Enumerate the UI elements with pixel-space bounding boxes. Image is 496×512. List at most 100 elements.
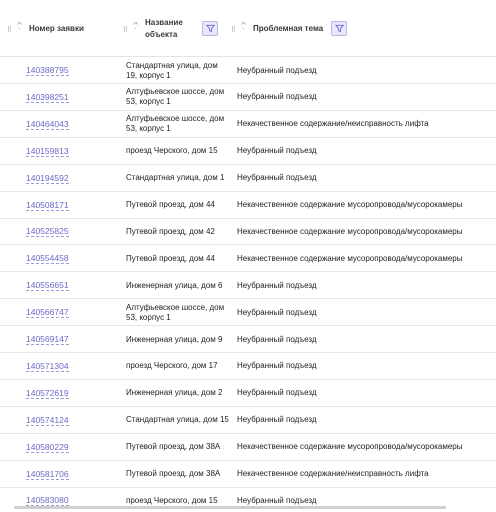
cell-object: Алтуфьевское шоссе, дом 53, корпус 1 bbox=[126, 299, 230, 326]
object-name: Стандартная улица, дом 15 bbox=[126, 415, 229, 425]
cell-topic: Неубранный подъезд bbox=[237, 84, 492, 111]
request-number-link[interactable]: 140571304 bbox=[26, 361, 69, 372]
problem-topic: Неубранный подъезд bbox=[237, 495, 317, 505]
request-number-link[interactable]: 140159813 bbox=[26, 146, 69, 157]
table-row[interactable]: 140569147 Инженерная улица, дом 9 Неубранн… bbox=[0, 326, 496, 353]
cell-id: 140581706 bbox=[26, 461, 69, 488]
request-number-link[interactable]: 140566747 bbox=[26, 307, 69, 319]
cell-object: Стандартная улица, дом 1 bbox=[126, 165, 230, 192]
problem-topic: Неубранный подъезд bbox=[237, 173, 317, 183]
problem-topic: Некачественное содержание мусоропровода/… bbox=[237, 200, 463, 209]
cell-topic: Некачественное содержание мусоропровода/… bbox=[237, 218, 492, 245]
cell-id: 140574124 bbox=[26, 407, 69, 434]
cell-topic: Некачественное содержание мусоропровода/… bbox=[237, 192, 492, 219]
column-title-object[interactable]: Название объекта bbox=[145, 17, 191, 41]
cell-id: 140398251 bbox=[26, 84, 69, 111]
sort-arrows-icon[interactable]: ^ ˇ bbox=[239, 22, 248, 35]
table-row[interactable]: 140464043 Алтуфьевское шоссе, дом 53, кор… bbox=[0, 111, 496, 138]
cell-topic: Неубранный подъезд bbox=[237, 407, 492, 434]
cell-id: 140580229 bbox=[26, 434, 69, 461]
cell-topic: Некачественное содержание/неисправность … bbox=[237, 461, 492, 488]
table-row[interactable]: 140398251 Алтуфьевское шоссе, дом 53, кор… bbox=[0, 84, 496, 111]
table-row[interactable]: 140556651 Инженерная улица, дом 6 Неубранн… bbox=[0, 272, 496, 300]
request-number-link[interactable]: 140574124 bbox=[26, 415, 69, 426]
cell-id: 140556651 bbox=[26, 272, 69, 299]
filter-button-topic[interactable] bbox=[331, 21, 348, 36]
object-name: Путевой проезд, дом 42 bbox=[126, 226, 215, 236]
request-number-link[interactable]: 140581706 bbox=[26, 469, 69, 480]
horizontal-scrollbar[interactable] bbox=[14, 506, 446, 509]
cell-id: 140571304 bbox=[26, 353, 69, 380]
table-row[interactable]: 140581706 Путевой проезд, дом 38А Некачест… bbox=[0, 461, 496, 488]
request-number-link[interactable]: 140583080 bbox=[26, 495, 69, 507]
drag-handle-icon[interactable] bbox=[8, 25, 12, 33]
object-name: Алтуфьевское шоссе, дом 53, корпус 1 bbox=[126, 114, 225, 134]
header-cell-topic: ^ ˇ Проблемная тема bbox=[232, 0, 348, 57]
table-row[interactable]: 140194592 Стандартная улица, дом 1 Неубран… bbox=[0, 165, 496, 192]
problem-topic: Неубранный подъезд bbox=[237, 415, 317, 425]
cell-topic: Неубранный подъезд bbox=[237, 57, 492, 84]
table-row[interactable]: 140572619 Инженерная улица, дом 2 Неубранн… bbox=[0, 380, 496, 407]
object-name: Путевой проезд, дом 38А bbox=[126, 469, 221, 478]
header-cell-object: ^ ˇ Название объекта bbox=[124, 0, 218, 57]
table-header: ^ ˇ Номер заявки ^ ˇ Название объекта ^ ˇ П… bbox=[0, 0, 496, 57]
table-row[interactable]: 140388795 Стандартная улица, дом 19, корп… bbox=[0, 57, 496, 84]
problem-topic: Некачественное содержание мусоропровода/… bbox=[237, 226, 463, 236]
cell-topic: Неубранный подъезд bbox=[237, 272, 492, 299]
cell-object: Путевой проезд, дом 38А bbox=[126, 461, 230, 488]
cell-object: Инженерная улица, дом 9 bbox=[126, 326, 230, 353]
object-name: проезд Черского, дом 15 bbox=[126, 495, 218, 505]
request-number-link[interactable]: 140525825 bbox=[26, 226, 69, 238]
request-number-link[interactable]: 140388795 bbox=[26, 65, 69, 76]
object-name: Алтуфьевское шоссе, дом 53, корпус 1 bbox=[126, 302, 225, 322]
table-row[interactable]: 140508171 Путевой проезд, дом 44 Некачеств… bbox=[0, 192, 496, 219]
object-name: Путевой проезд, дом 44 bbox=[126, 253, 215, 263]
problem-topic: Некачественное содержание мусоропровода/… bbox=[237, 442, 463, 452]
table-row[interactable]: 140571304 проезд Черского, дом 17 Неубранн… bbox=[0, 353, 496, 380]
table-row[interactable]: 140580229 Путевой проезд, дом 38А Некачест… bbox=[0, 434, 496, 461]
table-row[interactable]: 140566747 Алтуфьевское шоссе, дом 53, кор… bbox=[0, 299, 496, 327]
problem-topic: Неубранный подъезд bbox=[237, 146, 317, 156]
problem-topic: Неубранный подъезд bbox=[237, 388, 317, 398]
object-name: проезд Черского, дом 17 bbox=[126, 361, 218, 371]
cell-topic: Неубранный подъезд bbox=[237, 299, 492, 326]
cell-object: Инженерная улица, дом 6 bbox=[126, 272, 230, 299]
object-name: Стандартная улица, дом 19, корпус 1 bbox=[126, 60, 218, 80]
sort-arrows-icon[interactable]: ^ ˇ bbox=[131, 22, 140, 35]
filter-button-object[interactable] bbox=[202, 21, 218, 36]
cell-id: 140388795 bbox=[26, 57, 69, 84]
cell-object: Путевой проезд, дом 44 bbox=[126, 245, 230, 272]
cell-object: Алтуфьевское шоссе, дом 53, корпус 1 bbox=[126, 111, 230, 138]
object-name: Путевой проезд, дом 44 bbox=[126, 200, 215, 209]
table-row[interactable]: 140525825 Путевой проезд, дом 42 Некачеств… bbox=[0, 218, 496, 246]
cell-object: Стандартная улица, дом 19, корпус 1 bbox=[126, 57, 230, 84]
table-row[interactable]: 140159813 проезд Черского, дом 15 Неубранн… bbox=[0, 138, 496, 165]
cell-topic: Неубранный подъезд bbox=[237, 353, 492, 380]
sort-arrows-icon[interactable]: ^ ˇ bbox=[15, 22, 24, 35]
cell-topic: Неубранный подъезд bbox=[237, 326, 492, 353]
request-number-link[interactable]: 140572619 bbox=[26, 388, 69, 399]
column-title-topic[interactable]: Проблемная тема bbox=[253, 23, 323, 35]
object-name: проезд Черского, дом 15 bbox=[126, 146, 218, 156]
table-row[interactable]: 140554458 Путевой проезд, дом 44 Некачеств… bbox=[0, 245, 496, 273]
request-number-link[interactable]: 140569147 bbox=[26, 334, 69, 345]
cell-topic: Неубранный подъезд bbox=[237, 165, 492, 192]
drag-handle-icon[interactable] bbox=[232, 25, 236, 33]
problem-topic: Некачественное содержание мусоропровода/… bbox=[237, 253, 463, 263]
request-number-link[interactable]: 140508171 bbox=[26, 200, 69, 211]
drag-handle-icon[interactable] bbox=[124, 25, 128, 33]
column-title-id[interactable]: Номер заявки bbox=[29, 23, 84, 35]
problem-topic: Неубранный подъезд bbox=[237, 307, 317, 317]
problem-topic: Некачественное содержание/неисправность … bbox=[237, 119, 429, 129]
request-number-link[interactable]: 140580229 bbox=[26, 442, 69, 453]
problem-topic: Неубранный подъезд bbox=[237, 280, 317, 290]
object-name: Стандартная улица, дом 1 bbox=[126, 173, 225, 183]
table-row[interactable]: 140574124 Стандартная улица, дом 15 Неубра… bbox=[0, 407, 496, 434]
request-number-link[interactable]: 140398251 bbox=[26, 92, 69, 103]
request-number-link[interactable]: 140464043 bbox=[26, 119, 69, 130]
cell-object: проезд Черского, дом 17 bbox=[126, 353, 230, 380]
request-number-link[interactable]: 140556651 bbox=[26, 280, 69, 292]
cell-id: 140508171 bbox=[26, 192, 69, 219]
request-number-link[interactable]: 140554458 bbox=[26, 253, 69, 265]
request-number-link[interactable]: 140194592 bbox=[26, 173, 69, 184]
